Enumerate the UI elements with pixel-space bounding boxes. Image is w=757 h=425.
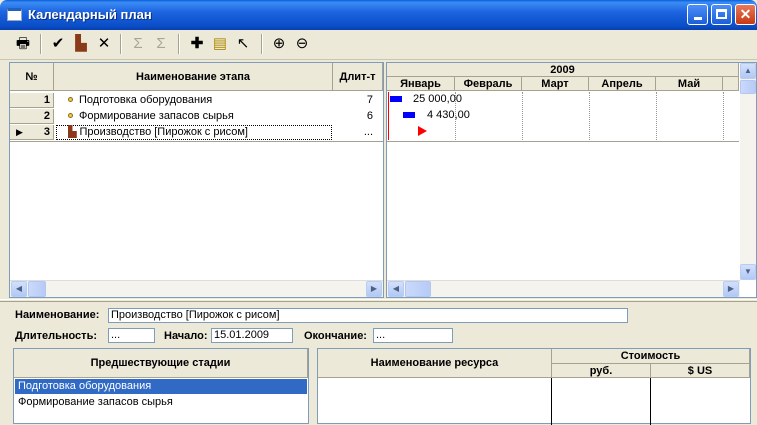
stage-duration: 7 <box>366 94 373 106</box>
duration-field[interactable]: ... <box>108 328 155 343</box>
start-label: Начало: <box>164 330 208 342</box>
column-divider <box>650 378 651 425</box>
gantt-year: 2009 <box>387 63 739 77</box>
stage-duration: 6 <box>366 110 373 122</box>
zoom-out-icon[interactable]: ⊖ <box>291 33 313 55</box>
minimize-button[interactable] <box>687 4 708 25</box>
tree-icon[interactable]: ▤ <box>209 33 231 55</box>
window-icon <box>7 8 22 21</box>
row-number: 2 <box>43 110 50 122</box>
zoom-in-icon[interactable]: ⊕ <box>268 33 290 55</box>
scroll-down-button[interactable]: ▼ <box>740 264 756 280</box>
month-gridline <box>656 92 657 142</box>
scroll-left-button[interactable]: ◀ <box>388 281 404 297</box>
column-header-cost: Стоимость <box>552 349 750 364</box>
gantt-bar-label: 4 430,00 <box>427 109 470 121</box>
name-label: Наименование: <box>15 309 100 321</box>
end-label: Окончание: <box>304 330 367 342</box>
horizontal-splitter[interactable] <box>0 299 757 302</box>
horizontal-scrollbar[interactable] <box>10 280 383 297</box>
column-header-duration[interactable]: Длит-т <box>333 63 383 91</box>
vertical-scrollbar[interactable] <box>740 63 756 280</box>
scroll-thumb[interactable] <box>740 80 756 94</box>
stage-icon <box>68 113 73 119</box>
scroll-thumb[interactable] <box>405 281 431 297</box>
gantt-chart[interactable]: 2009 Январь Февраль Март Апрель Май 25 0… <box>386 62 757 298</box>
gantt-bar[interactable] <box>403 112 415 118</box>
scroll-up-button[interactable]: ▲ <box>740 63 756 79</box>
scroll-right-button[interactable]: ▶ <box>723 281 739 297</box>
month-header-partial <box>723 77 739 91</box>
toolbar-separator <box>40 34 42 54</box>
table-row[interactable]: Подготовка оборудования <box>68 93 332 108</box>
month-header: Февраль <box>455 77 522 91</box>
sum-icon[interactable]: Σ <box>127 33 149 55</box>
factory-icon: ▙ <box>68 126 77 138</box>
gantt-bar[interactable] <box>390 96 402 102</box>
end-date-field[interactable]: ... <box>373 328 453 343</box>
toolbar-separator <box>261 34 263 54</box>
delete-icon[interactable]: ✕ <box>93 33 115 55</box>
column-header-stage-name[interactable]: Наименование этапа <box>54 63 333 91</box>
milestone-flag-icon[interactable] <box>418 126 427 136</box>
name-field[interactable]: Производство [Пирожок с рисом] <box>108 308 628 323</box>
gantt-divider <box>387 141 739 142</box>
column-header-resource-name[interactable]: Наименование ресурса <box>318 349 552 378</box>
horizontal-scrollbar[interactable] <box>387 280 740 297</box>
today-line <box>388 92 389 140</box>
stage-name: Производство [Пирожок с рисом] <box>79 126 248 138</box>
month-gridline <box>522 92 523 142</box>
predecessors-header: Предшествующие стадии <box>14 349 308 378</box>
stage-icon <box>68 97 73 103</box>
column-header-rub[interactable]: руб. <box>552 364 651 378</box>
month-gridline <box>723 92 724 142</box>
month-header: Январь <box>387 77 455 91</box>
month-header: Март <box>522 77 589 91</box>
column-header-usd[interactable]: $ US <box>651 364 750 378</box>
toolbar-separator <box>120 34 122 54</box>
stage-name: Формирование запасов сырья <box>79 110 234 122</box>
factory-icon[interactable]: ▙ <box>70 33 92 55</box>
month-gridline <box>589 92 590 142</box>
column-divider <box>551 378 552 425</box>
close-button[interactable]: ✕ <box>735 4 756 25</box>
toolbar-separator <box>178 34 180 54</box>
start-date-field[interactable]: 15.01.2009 <box>211 328 293 343</box>
gantt-bar-label: 25 000,00 <box>413 93 462 105</box>
row-number: 3 <box>43 126 50 138</box>
stages-table[interactable]: № Наименование этапа Длит-т 1 Подготовка… <box>9 62 384 298</box>
scroll-thumb[interactable] <box>28 281 46 297</box>
add-icon[interactable]: ✚ <box>186 33 208 55</box>
maximize-button[interactable] <box>711 4 732 25</box>
table-row[interactable]: ▙ Производство [Пирожок с рисом] <box>68 125 330 140</box>
stage-name: Подготовка оборудования <box>79 94 213 106</box>
list-item[interactable]: Формирование запасов сырья <box>15 395 307 410</box>
sum-icon[interactable]: Σ <box>150 33 172 55</box>
stage-duration: ... <box>363 126 373 138</box>
print-icon[interactable]: 🖶 <box>12 33 34 55</box>
predecessors-list[interactable]: Предшествующие стадии Подготовка оборудо… <box>13 348 309 424</box>
column-header-number[interactable]: № <box>10 63 54 91</box>
table-row[interactable]: Формирование запасов сырья <box>68 109 332 124</box>
month-header: Апрель <box>589 77 656 91</box>
duration-label: Длительность: <box>15 330 97 342</box>
resources-table[interactable]: Наименование ресурса Стоимость руб. $ US <box>317 348 751 425</box>
scroll-left-button[interactable]: ◀ <box>11 281 27 297</box>
table-divider <box>10 141 383 142</box>
check-icon[interactable]: ✔ <box>47 33 69 55</box>
list-item[interactable]: Подготовка оборудования <box>15 379 307 394</box>
window-title: Календарный план <box>28 7 152 22</box>
month-header: Май <box>656 77 723 91</box>
scroll-right-button[interactable]: ▶ <box>366 281 382 297</box>
row-number: 1 <box>43 94 50 106</box>
pointer-icon[interactable]: ↖ <box>232 33 254 55</box>
